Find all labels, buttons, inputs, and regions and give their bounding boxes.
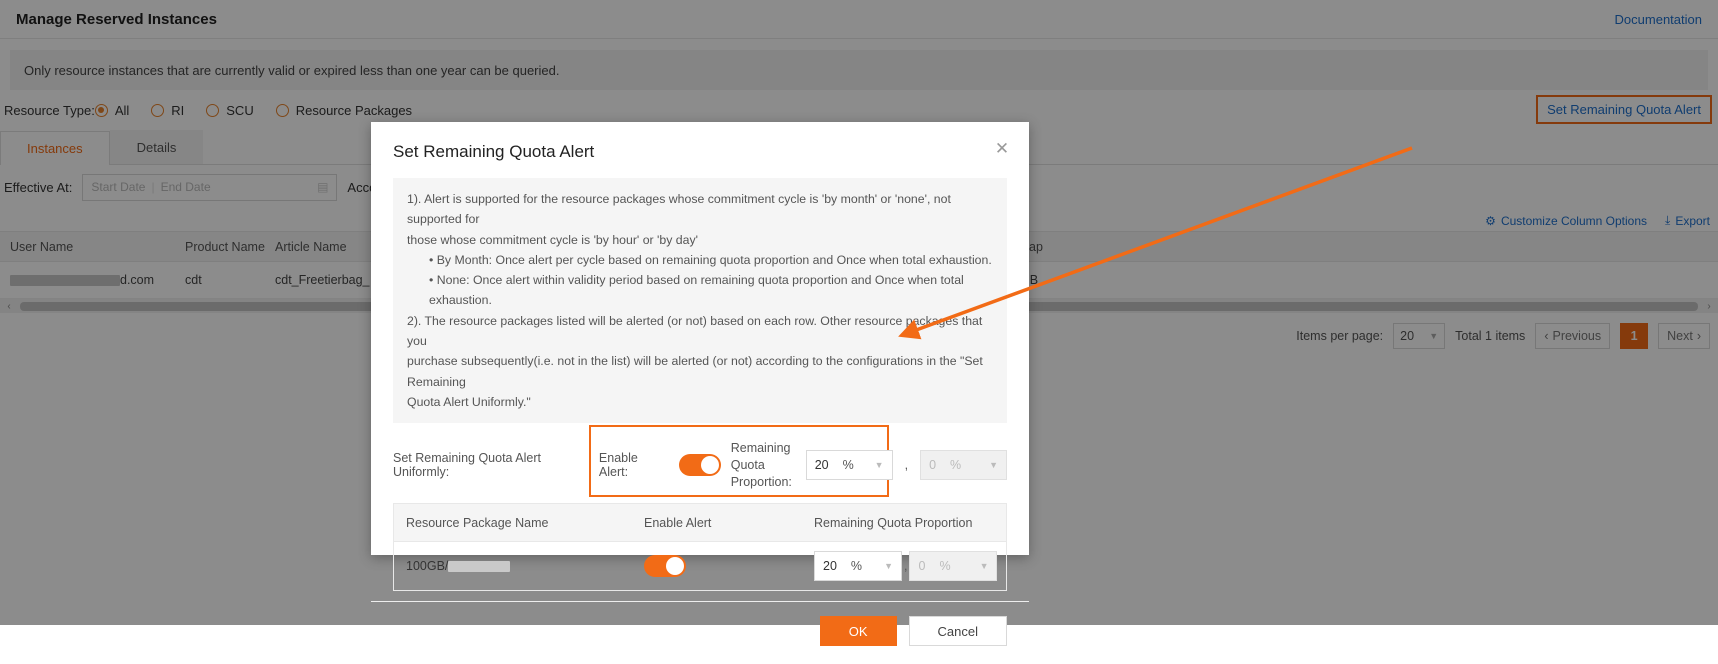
dialog-body: 1). Alert is supported for the resource … [371, 162, 1029, 592]
chevron-down-icon: ▼ [874, 460, 884, 471]
cell-remaining-quota-proportion: 20 % ▼ , 0 % ▼ [814, 551, 1006, 582]
header-resource-package-name: Resource Package Name [406, 515, 549, 530]
row-proportion-select-2[interactable]: 0 % ▼ [909, 551, 998, 582]
uniform-proportion-value-1: 20 [814, 458, 829, 473]
row-proportion-value-1: 20 [823, 559, 837, 574]
chevron-down-icon: ▼ [989, 460, 998, 471]
info-line-1: 1). Alert is supported for the resource … [407, 192, 951, 227]
row-comma: , [904, 559, 908, 574]
uniform-proportion-value-2: 0 [929, 458, 937, 473]
header-enable-alert: Enable Alert [644, 515, 712, 530]
dialog-header: Set Remaining Quota Alert ✕ [371, 122, 1029, 162]
info-line-3: 2). The resource packages listed will be… [407, 313, 983, 348]
dialog-title: Set Remaining Quota Alert [393, 142, 595, 161]
row-proportion-select-1[interactable]: 20 % ▼ [814, 551, 902, 582]
cell-package-name: 100GB/ [394, 559, 644, 573]
percent-unit: % [842, 458, 854, 473]
uniform-enable-alert-toggle[interactable] [678, 454, 721, 477]
info-bullet-2: • None: Once alert within validity perio… [429, 273, 964, 308]
dialog-footer: OK Cancel [371, 601, 1029, 664]
redacted-block [448, 561, 511, 573]
header-remaining-quota-proportion: Remaining Quota Proportion [814, 515, 973, 530]
percent-unit: % [939, 559, 951, 574]
toggle-knob [666, 557, 684, 576]
percent-unit: % [850, 559, 863, 574]
cell-enable-alert [644, 555, 814, 578]
enable-alert-label: Enable Alert: [598, 451, 638, 480]
remaining-quota-proportion-label: Remaining Quota Proportion: [730, 440, 792, 489]
percent-unit: % [950, 458, 962, 473]
info-line-2: those whose commitment cycle is 'by hour… [407, 232, 698, 247]
ok-button[interactable]: OK [819, 616, 897, 647]
cancel-button[interactable]: Cancel [908, 616, 1007, 647]
set-remaining-quota-alert-dialog: Set Remaining Quota Alert ✕ 1). Alert is… [371, 122, 1029, 647]
uniform-controls: Enable Alert: Remaining Quota Proportion… [599, 440, 1007, 491]
uniform-proportion-select-2[interactable]: 0 % ▼ [920, 450, 1007, 481]
toggle-knob [700, 456, 719, 475]
uniform-settings-label: Set Remaining Quota Alert Uniformly: [393, 451, 541, 480]
info-bullet-1: • By Month: Once alert per cycle based o… [429, 252, 992, 267]
uniform-comma: , [904, 458, 909, 473]
package-table-row: 100GB/ 20 % ▼ , 0 % ▼ [394, 542, 1006, 590]
package-name-prefix: 100GB/ [406, 559, 449, 574]
info-line-4: purchase subsequently(i.e. not in the li… [407, 354, 983, 389]
uniform-proportion-select-1[interactable]: 20 % ▼ [805, 450, 893, 481]
chevron-down-icon: ▼ [884, 561, 893, 572]
uniform-settings-row: Set Remaining Quota Alert Uniformly: Ena… [393, 425, 1007, 498]
package-table-header: Resource Package Name Enable Alert Remai… [394, 504, 1006, 543]
row-proportion-value-2: 0 [918, 559, 926, 574]
info-box: 1). Alert is supported for the resource … [393, 178, 1007, 424]
row-enable-alert-toggle[interactable] [644, 555, 686, 578]
close-icon[interactable]: ✕ [991, 137, 1013, 159]
chevron-down-icon: ▼ [979, 561, 989, 572]
resource-package-table: Resource Package Name Enable Alert Remai… [393, 503, 1007, 592]
info-line-5: Quota Alert Uniformly." [407, 394, 531, 409]
